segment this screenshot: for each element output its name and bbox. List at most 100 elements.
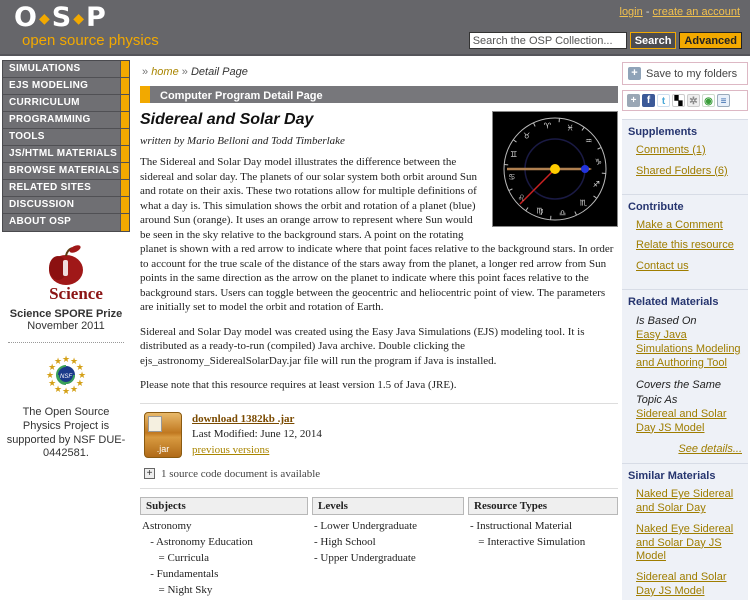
levels-header: Levels [312,496,464,515]
document-corner-icon [148,415,162,432]
download-link[interactable]: download 1382kb .jar [192,412,322,427]
contribute-link[interactable]: Make a Comment [636,219,742,233]
page-banner-label: Computer Program Detail Page [160,90,323,102]
breadcrumb-arrow: » [181,66,188,78]
svg-text:★: ★ [76,379,84,389]
divider [140,402,618,404]
osp-logo-subtitle: open source physics [22,32,159,49]
nav-item[interactable]: CURRICULUM [3,95,129,112]
related-material-link[interactable]: Easy Java Simulations Modeling and Autho… [636,329,741,369]
similar-material-link[interactable]: Naked Eye Sidereal and Solar Day JS Mode… [636,523,742,564]
subject-line: Astronomy [142,519,192,532]
subjects-table: Subjects Astronomy - Astronomy Education… [140,496,308,599]
breadcrumb-current: Detail Page [190,66,248,78]
svg-text:♎: ♎ [559,208,566,217]
create-account-link[interactable]: create an account [653,6,740,18]
jar-file-icon[interactable]: .jar [144,411,182,458]
similar-material-link[interactable]: Naked Eye Sidereal and Solar Day [636,488,742,516]
supplement-link[interactable]: Comments (1) [636,144,742,158]
related-group: Covers the Same Topic As Sidereal and So… [636,378,742,435]
nsf-caption: The Open Source Physics Project is suppo… [6,406,126,460]
spore-prize-title: Science SPORE Prize [9,308,123,320]
similar-material-link[interactable]: Sidereal and Solar Day JS Model [636,571,742,599]
svg-text:♏: ♏ [580,199,588,208]
search-bar: Search Advanced [468,32,742,49]
spore-prize-badge: Science Science SPORE Prize November 201… [2,240,130,332]
subject-line: = Curricula [142,551,210,564]
plus-icon: + [628,67,641,80]
contribute-link[interactable]: Relate this resource [636,239,742,253]
subject-line: - Astronomy Education [142,535,253,548]
nav-item[interactable]: PROGRAMMING [3,112,129,129]
breadcrumb: » home » Detail Page [142,66,618,78]
nav-item[interactable]: SIMULATIONS [3,61,129,78]
svg-text:★: ★ [62,355,70,365]
java-note: Please note that this resource requires … [140,379,457,392]
svg-text:♓: ♓ [566,124,573,133]
contribute-link[interactable]: Contact us [636,260,742,274]
login-link[interactable]: login [620,6,643,18]
divider [8,342,124,343]
stumbleupon-icon[interactable]: ◉ [702,94,715,107]
link-separator: - [645,6,650,18]
osp-logo[interactable]: O◆S◆P open source physics [14,4,159,48]
save-to-folders-label: Save to my folders [646,67,738,80]
resource-types-header: Resource Types [468,496,618,515]
main-nav: SIMULATIONS EJS MODELING CURRICULUM PROGRAM… [2,60,130,232]
expand-plus-icon[interactable]: + [144,468,155,480]
nav-item[interactable]: ABOUT OSP [3,214,129,231]
svg-text:★: ★ [62,387,70,397]
nsf-logo-icon: NSF ★★★★★★★★★ ★ ★★ [46,355,86,397]
nav-item[interactable]: RELATED SITES [3,180,129,197]
see-details-link[interactable]: See details... [678,443,742,455]
nav-item[interactable]: EJS MODELING [3,78,129,95]
search-button[interactable]: Search [629,32,677,49]
supplement-link[interactable]: Shared Folders (6) [636,165,742,179]
share-icon[interactable]: + [627,94,640,107]
level-line: - Lower Undergraduate [314,519,418,532]
digg-icon[interactable]: ✲ [687,94,700,107]
ejs-paragraph: Sidereal and Solar Day model was created… [140,325,585,367]
science-wordmark: Science [49,284,103,303]
source-code-row: + 1 source code document is available [144,468,618,480]
planet-dot [581,165,589,173]
svg-text:♌: ♌ [518,193,525,202]
diamond-icon: ◆ [73,11,86,27]
svg-text:♋: ♋ [508,173,515,182]
svg-text:★: ★ [70,357,78,367]
supplements-section: Supplements Comments (1) Shared Folders (… [622,119,748,194]
download-section: .jar download 1382kb .jar Last Modified:… [144,411,618,458]
jar-extension-label: .jar [156,443,170,454]
search-input[interactable] [468,32,627,49]
nsf-credit: NSF ★ ★ ★ ★ ★ ★ ★ ★ ★ ★ ★ ★ The Open Source Physics… [2,353,130,461]
relation-type-label: Covers the Same Topic As [636,379,721,406]
related-materials-section: Related Materials Is Based On Easy Java … [622,288,748,464]
nav-item[interactable]: TOOLS [3,129,129,146]
similar-materials-heading: Similar Materials [628,470,716,483]
spore-prize-date: November 2011 [27,320,105,332]
nav-item[interactable]: JS/HTML MATERIALS [3,146,129,163]
svg-text:♐: ♐ [593,180,600,189]
breadcrumb-home-link[interactable]: home [151,66,179,78]
site-header: O◆S◆P open source physics login - create… [0,0,750,56]
related-group: Is Based On Easy Java Simulations Modeli… [636,314,742,371]
svg-text:♉: ♉ [523,131,530,140]
advanced-search-button[interactable]: Advanced [679,32,742,49]
facebook-icon[interactable]: f [642,94,655,107]
related-material-link[interactable]: Sidereal and Solar Day JS Model [636,408,727,434]
source-code-note: 1 source code document is available [161,467,321,480]
simulation-preview-image: ♈ ♉ ♊ ♋ ♌ ♍ ♎ ♏ ♐ ♑ ♒ ♓ [492,111,618,227]
blog-icon[interactable]: ≡ [717,94,730,107]
twitter-icon[interactable]: t [657,94,670,107]
account-links: login - create an account [620,6,741,18]
nsf-letters: NSF [60,374,72,380]
nav-item[interactable]: BROWSE MATERIALS [3,163,129,180]
nav-item[interactable]: DISCUSSION [3,197,129,214]
contribute-section: Contribute Make a Comment Relate this res… [622,193,748,289]
right-sidebar: + Save to my folders + f t ▚ ✲ ◉ ≡ Suppl… [622,56,748,600]
previous-versions-link[interactable]: previous versions [192,443,322,458]
main-content: » home » Detail Page Computer Program De… [140,56,618,600]
delicious-icon[interactable]: ▚ [672,94,685,107]
save-to-folders-button[interactable]: + Save to my folders [622,62,748,85]
svg-text:♑: ♑ [595,157,602,166]
